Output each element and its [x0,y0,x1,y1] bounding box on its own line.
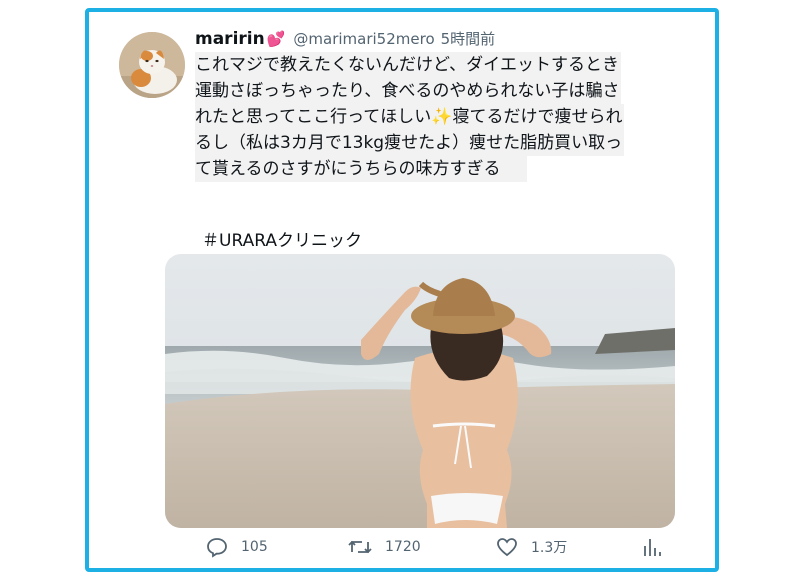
tweet-text-line: 運動さぼっちゃったり、食べるのやめられない子は騙さ [195,78,622,104]
hashtag[interactable]: ＃URARAクリニック [202,226,362,251]
tweet-card[interactable]: maririn 💕 @marimari52mero 5時間前 これマジで教えたく… [85,8,719,572]
user-handle[interactable]: @marimari52mero [293,30,434,48]
reply-count: 105 [241,539,268,555]
avatar[interactable] [119,32,185,98]
analytics-icon [641,536,663,558]
analytics-button[interactable] [641,534,663,560]
tweet-text-line: これマジで教えたくないんだけど、ダイエットするとき [195,52,621,78]
tweet-header: maririn 💕 @marimari52mero 5時間前 [195,28,495,52]
retweet-icon [347,535,373,559]
tweet-text-line: るし（私は3カ月で13kg痩せたよ）痩せた脂肪買い取っ [195,130,625,156]
timestamp[interactable]: 5時間前 [441,28,496,49]
retweet-count: 1720 [385,539,421,555]
tweet-text-line: て貰えるのさすがにうちらの味方すぎる [195,156,527,182]
retweet-button[interactable]: 1720 [347,534,421,560]
heart-icon [495,535,519,559]
reply-button[interactable]: 105 [205,534,268,560]
tweet-text: これマジで教えたくないんだけど、ダイエットするとき 運動さぼっちゃったり、食べる… [195,52,703,182]
display-name[interactable]: maririn [195,29,265,49]
like-button[interactable]: 1.3万 [495,534,567,560]
tweet-actions: 105 1720 1.3万 [205,534,665,560]
reply-icon [205,535,229,559]
tweet-media-image[interactable] [165,254,675,528]
like-count: 1.3万 [531,540,568,556]
heart-emoji: 💕 [266,30,286,48]
tweet-text-line: れたと思ってここ行ってほしい✨寝てるだけで痩せられ [195,104,625,130]
